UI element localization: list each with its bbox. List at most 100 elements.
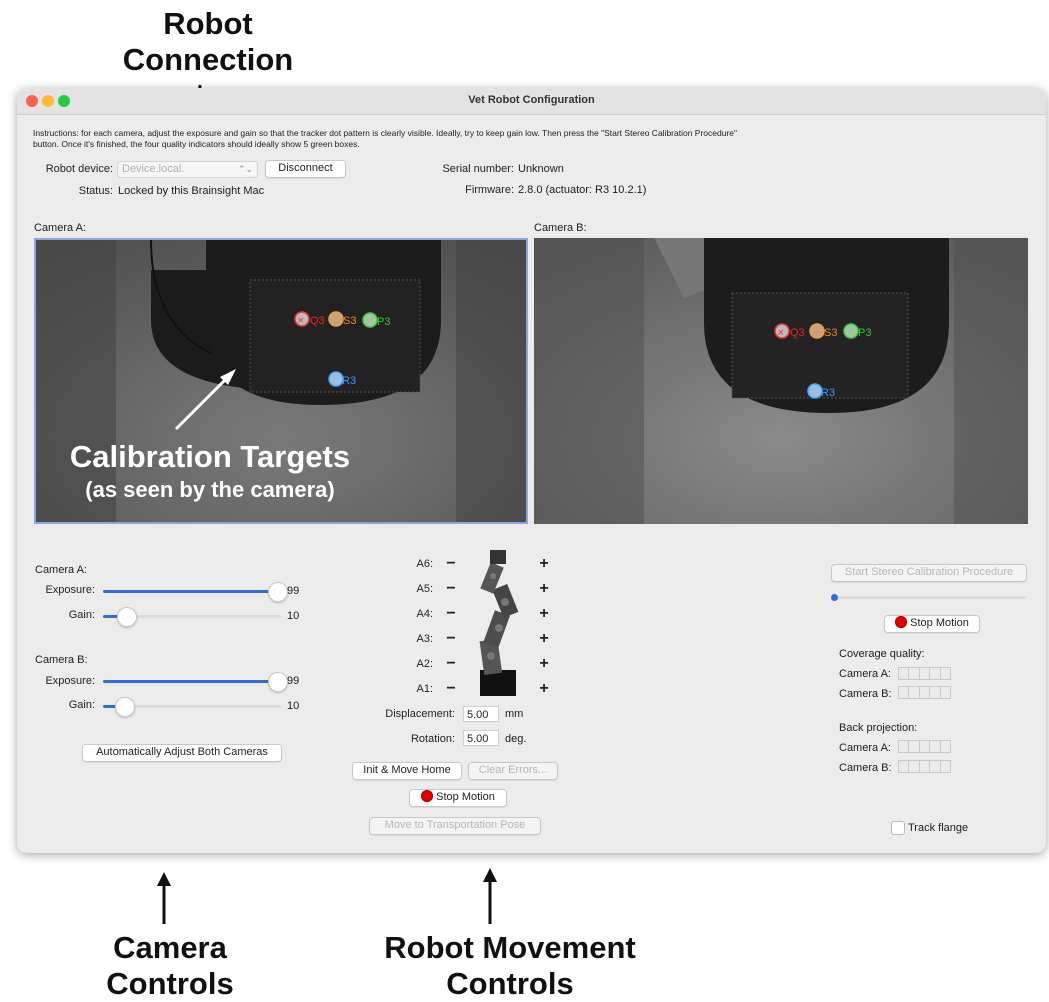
annotation-camera-controls: Camera Controls [106,930,234,1001]
annotation-robot-connection: Robot Connection [122,6,294,77]
disconnect-button[interactable]: Disconnect [265,160,346,178]
backproj-camera-a-label: Camera A: [839,742,891,754]
robot-arm-image [479,550,519,696]
rotation-label: Rotation: [410,733,455,745]
stop-sign-icon [421,790,434,802]
marker-q3: Q3 [310,315,325,327]
slider-fill [103,590,278,593]
firmware-label: Firmware: [465,184,514,196]
camera-a-controls-label: Camera A: [35,564,87,576]
status-label: Status: [78,185,113,197]
coverage-camera-a-label: Camera A: [839,668,891,680]
annotation-arrow-robot-movement [483,868,497,924]
stop-sign-icon [895,616,908,628]
axis-label: A1: [416,683,433,695]
displacement-label: Displacement: [385,708,455,720]
axis-increment-button[interactable]: + [536,681,552,697]
serial-number-label: Serial number: [442,163,514,175]
camera-b-view[interactable]: × Q3 S3 P3 R3 [534,238,1028,524]
marker-p3: P3 [377,316,390,328]
camera-a-exposure-label: Exposure: [45,584,95,596]
camera-b-gain-value: 10 [287,700,300,712]
calibration-progress-bar [831,594,1026,601]
status-value: Locked by this Brainsight Mac [118,185,265,197]
progress-indicator [831,594,838,601]
coverage-camera-b-indicator [898,686,952,699]
coverage-quality-label: Coverage quality: [839,648,925,660]
slider-fill [103,680,278,683]
camera-a-gain-value: 10 [287,610,300,622]
rotation-field[interactable]: 5.00 [463,730,499,746]
annotation-arrow-camera-controls [157,872,171,924]
marker-r3: R3 [342,375,356,387]
clear-errors-button[interactable]: Clear Errors... [468,762,558,780]
camera-a-exposure-slider[interactable] [103,582,289,602]
backproj-camera-b-indicator [898,760,952,773]
annotation-arrow-calibration [174,369,236,431]
auto-adjust-cameras-button[interactable]: Automatically Adjust Both Cameras [82,744,282,762]
camera-a-label: Camera A: [34,222,86,234]
slider-knob[interactable] [115,697,136,717]
displacement-unit: mm [505,708,524,720]
transport-pose-button[interactable]: Move to Transportation Pose [369,817,541,835]
robot-device-value: Device.local. [122,163,185,175]
camera-a-gain-label: Gain: [68,609,95,621]
axis-label: A3: [416,633,433,645]
axis-decrement-button[interactable]: − [443,581,459,597]
camera-b-gain-slider[interactable] [103,697,281,717]
axis-increment-button[interactable]: + [536,606,552,622]
backproj-camera-a-indicator [898,740,952,753]
axis-increment-button[interactable]: + [536,581,552,597]
marker-s3-b: S3 [824,327,837,339]
axis-decrement-button[interactable]: − [443,606,459,622]
marker-p3-b: P3 [858,327,871,339]
marker-q3-b: Q3 [790,327,805,339]
camera-a-gain-slider[interactable] [103,607,281,627]
axis-label: A4: [416,608,433,620]
camera-a-exposure-value: 99 [287,585,300,597]
robot-device-select[interactable]: Device.local. ⌃⌄ [117,161,258,178]
slider-knob[interactable] [268,672,289,692]
window-title: Vet Robot Configuration [468,94,595,106]
serial-number-value: Unknown [518,163,564,175]
camera-b-exposure-value: 99 [287,675,300,687]
firmware-value: 2.8.0 (actuator: R3 10.2.1) [518,184,647,196]
camera-b-exposure-label: Exposure: [45,675,95,687]
annotation-robot-movement-controls: Robot Movement Controls [384,930,636,1001]
track-flange-checkbox[interactable] [891,821,905,835]
stop-motion-button[interactable]: Stop Motion [409,789,507,807]
init-move-home-button[interactable]: Init & Move Home [352,762,462,780]
axis-decrement-button[interactable]: − [443,681,459,697]
backproj-camera-b-label: Camera B: [839,762,892,774]
slider-knob[interactable] [268,582,289,602]
start-calibration-button[interactable]: Start Stereo Calibration Procedure [831,564,1027,582]
axis-label: A2: [416,658,433,670]
calibration-stop-motion-label: Stop Motion [910,617,969,629]
displacement-field[interactable]: 5.00 [463,706,499,722]
axis-decrement-button[interactable]: − [443,556,459,572]
annotation-calibration-subtitle: (as seen by the camera) [85,477,335,502]
axis-label: A5: [416,583,433,595]
coverage-camera-a-indicator [898,667,952,680]
marker-s3: S3 [343,315,356,327]
calibration-stop-motion-button[interactable]: Stop Motion [884,615,980,633]
svg-text:×: × [777,328,785,338]
camera-b-label: Camera B: [534,222,587,234]
chevron-updown-icon: ⌃⌄ [237,164,253,174]
camera-b-gain-label: Gain: [68,699,95,711]
axis-increment-button[interactable]: + [536,631,552,647]
camera-b-exposure-slider[interactable] [103,672,289,692]
axis-increment-button[interactable]: + [536,556,552,572]
instructions-text: Instructions: for each camera, adjust th… [33,128,738,149]
robot-device-label: Robot device: [45,163,113,175]
marker-r3-b: R3 [821,387,835,399]
slider-knob[interactable] [117,607,138,627]
axis-increment-button[interactable]: + [536,656,552,672]
stop-motion-label: Stop Motion [436,791,495,803]
back-projection-label: Back projection: [839,722,918,734]
axis-decrement-button[interactable]: − [443,631,459,647]
annotation-calibration-targets: Calibration Targets [69,439,351,474]
title-bar: Vet Robot Configuration [17,88,1046,115]
axis-decrement-button[interactable]: − [443,656,459,672]
camera-b-controls-label: Camera B: [35,654,88,666]
